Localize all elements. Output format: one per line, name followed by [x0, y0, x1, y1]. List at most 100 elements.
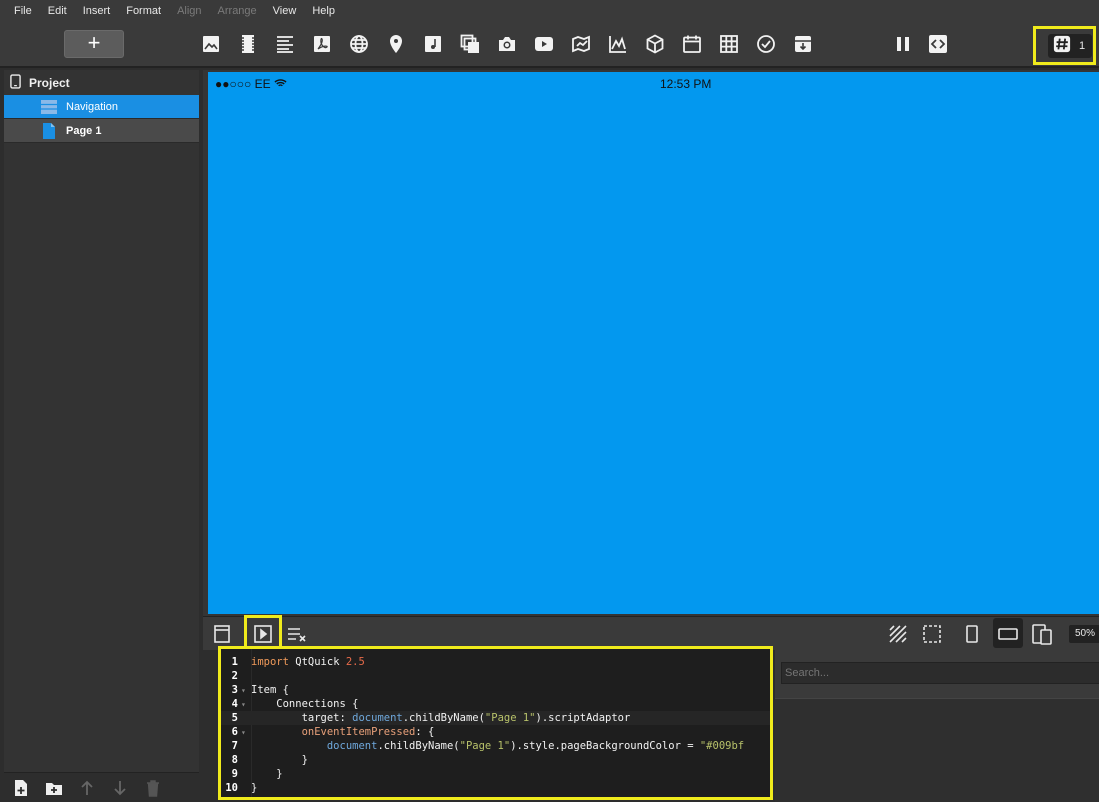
code-token: QtQuick: [295, 656, 346, 668]
code-token: target:: [251, 712, 353, 724]
line-number: 6: [231, 726, 238, 738]
code-token: .childByName(: [377, 740, 460, 752]
code-token: onEventItemPressed: [301, 726, 416, 738]
code-token: .childByName(: [402, 712, 485, 724]
code-line[interactable]: 7 document.childByName("Page 1").style.p…: [221, 739, 770, 753]
menu-view[interactable]: View: [265, 5, 305, 17]
check-icon[interactable]: [754, 32, 778, 56]
code-token: "Page 1": [459, 740, 511, 752]
code-line[interactable]: 8 }: [221, 753, 770, 767]
add-button[interactable]: +: [64, 30, 124, 58]
right-panel-content: [775, 698, 1099, 802]
gallery-icon[interactable]: [458, 32, 482, 56]
code-token: Connections {: [251, 698, 359, 710]
right-panel: [775, 650, 1099, 802]
code-token: ).scriptAdaptor: [535, 712, 631, 724]
code-editor[interactable]: 1 import QtQuick 2.5 2 3 ▾ Item {4 ▾ Connectio…: [218, 646, 773, 800]
code-line[interactable]: 9 }: [221, 767, 770, 781]
add-page-icon[interactable]: [12, 779, 30, 797]
map-pin-icon[interactable]: [384, 32, 408, 56]
bottom-toolbar: 50%: [203, 615, 1099, 650]
code-line[interactable]: 6 ▾ onEventItemPressed: {: [221, 725, 770, 739]
camera-icon[interactable]: [495, 32, 519, 56]
line-number: 3: [231, 684, 238, 696]
code-lines: 1 import QtQuick 2.5 2 3 ▾ Item {4 ▾ Connectio…: [221, 649, 770, 795]
pause-icon[interactable]: [891, 32, 915, 56]
code-token: "Page 1": [484, 712, 536, 724]
menu-file[interactable]: File: [6, 5, 40, 17]
menu-format[interactable]: Format: [118, 5, 169, 17]
sidebar-actions: [4, 772, 199, 802]
music-icon[interactable]: [421, 32, 445, 56]
sidebar-item-label: Navigation: [66, 100, 118, 113]
carrier-status: ●●○○○ EE: [215, 77, 287, 91]
line-number: 7: [231, 740, 238, 752]
add-folder-icon[interactable]: [45, 779, 63, 797]
navigation-icon: [41, 99, 57, 115]
cube-icon[interactable]: [643, 32, 667, 56]
sidebar-item-navigation[interactable]: Navigation: [4, 95, 199, 119]
globe-icon[interactable]: [347, 32, 371, 56]
line-number: 1: [231, 656, 238, 668]
line-number: 4: [231, 698, 238, 710]
code-token: }: [251, 754, 308, 766]
page-icon: [41, 122, 57, 139]
code-token: : {: [415, 726, 435, 738]
archive-icon[interactable]: [791, 32, 815, 56]
menu-insert[interactable]: Insert: [75, 5, 119, 17]
sidebar-item-page-1[interactable]: Page 1: [4, 119, 199, 143]
arrow-down-icon: [111, 779, 129, 797]
code-line[interactable]: 3 ▾ Item {: [221, 683, 770, 697]
run-script-icon[interactable]: [252, 623, 274, 645]
calendar-icon[interactable]: [680, 32, 704, 56]
selection-icon[interactable]: [921, 623, 943, 645]
landscape-icon[interactable]: [997, 623, 1019, 645]
code-line[interactable]: 1 import QtQuick 2.5: [221, 655, 770, 669]
menu-edit[interactable]: Edit: [40, 5, 75, 17]
code-token: import: [251, 656, 296, 668]
menu-help[interactable]: Help: [304, 5, 343, 17]
image-icon[interactable]: [199, 32, 223, 56]
hash-button[interactable]: 1: [1048, 34, 1092, 58]
fold-icon[interactable]: ▾: [241, 698, 251, 712]
project-sidebar: Project Navigation Page 1: [4, 70, 199, 802]
status-time: 12:53 PM: [660, 77, 712, 91]
line-number: 2: [231, 670, 238, 682]
portrait-icon[interactable]: [961, 623, 983, 645]
code-line[interactable]: 2: [221, 669, 770, 683]
map-icon[interactable]: [569, 32, 593, 56]
project-header[interactable]: Project: [4, 70, 199, 95]
grid-icon[interactable]: [717, 32, 741, 56]
chart-icon[interactable]: [606, 32, 630, 56]
zoom-level[interactable]: 50%: [1069, 625, 1099, 643]
search-input[interactable]: [781, 662, 1099, 684]
code-token: document: [352, 712, 403, 724]
hatch-icon[interactable]: [887, 623, 909, 645]
fold-icon[interactable]: ▾: [241, 726, 251, 740]
film-icon[interactable]: [236, 32, 260, 56]
code-line[interactable]: 4 ▾ Connections {: [221, 697, 770, 711]
code-icon[interactable]: [926, 32, 950, 56]
code-line[interactable]: 10}: [221, 781, 770, 795]
device-preview[interactable]: ●●○○○ EE 12:53 PM: [208, 72, 1099, 614]
video-icon[interactable]: [532, 32, 556, 56]
panel-icon[interactable]: [211, 623, 233, 645]
wifi-icon: [274, 77, 287, 91]
line-number: 9: [231, 768, 238, 780]
main-toolbar: +: [0, 22, 1099, 68]
project-label: Project: [29, 75, 70, 90]
hash-icon: [1053, 35, 1071, 58]
menu-bar: File Edit Insert Format Align Arrange Vi…: [0, 0, 1099, 22]
text-icon[interactable]: [273, 32, 297, 56]
line-number: 10: [225, 782, 238, 794]
menu-arrange: Arrange: [217, 5, 257, 17]
devices-icon[interactable]: [1031, 623, 1053, 645]
line-number: 5: [231, 712, 238, 724]
pdf-icon[interactable]: [310, 32, 334, 56]
code-token: }: [251, 782, 258, 794]
line-number: 8: [231, 754, 238, 766]
clear-log-icon[interactable]: [286, 623, 308, 645]
code-line[interactable]: 5 target: document.childByName("Page 1")…: [221, 711, 770, 725]
fold-icon[interactable]: ▾: [241, 684, 251, 698]
